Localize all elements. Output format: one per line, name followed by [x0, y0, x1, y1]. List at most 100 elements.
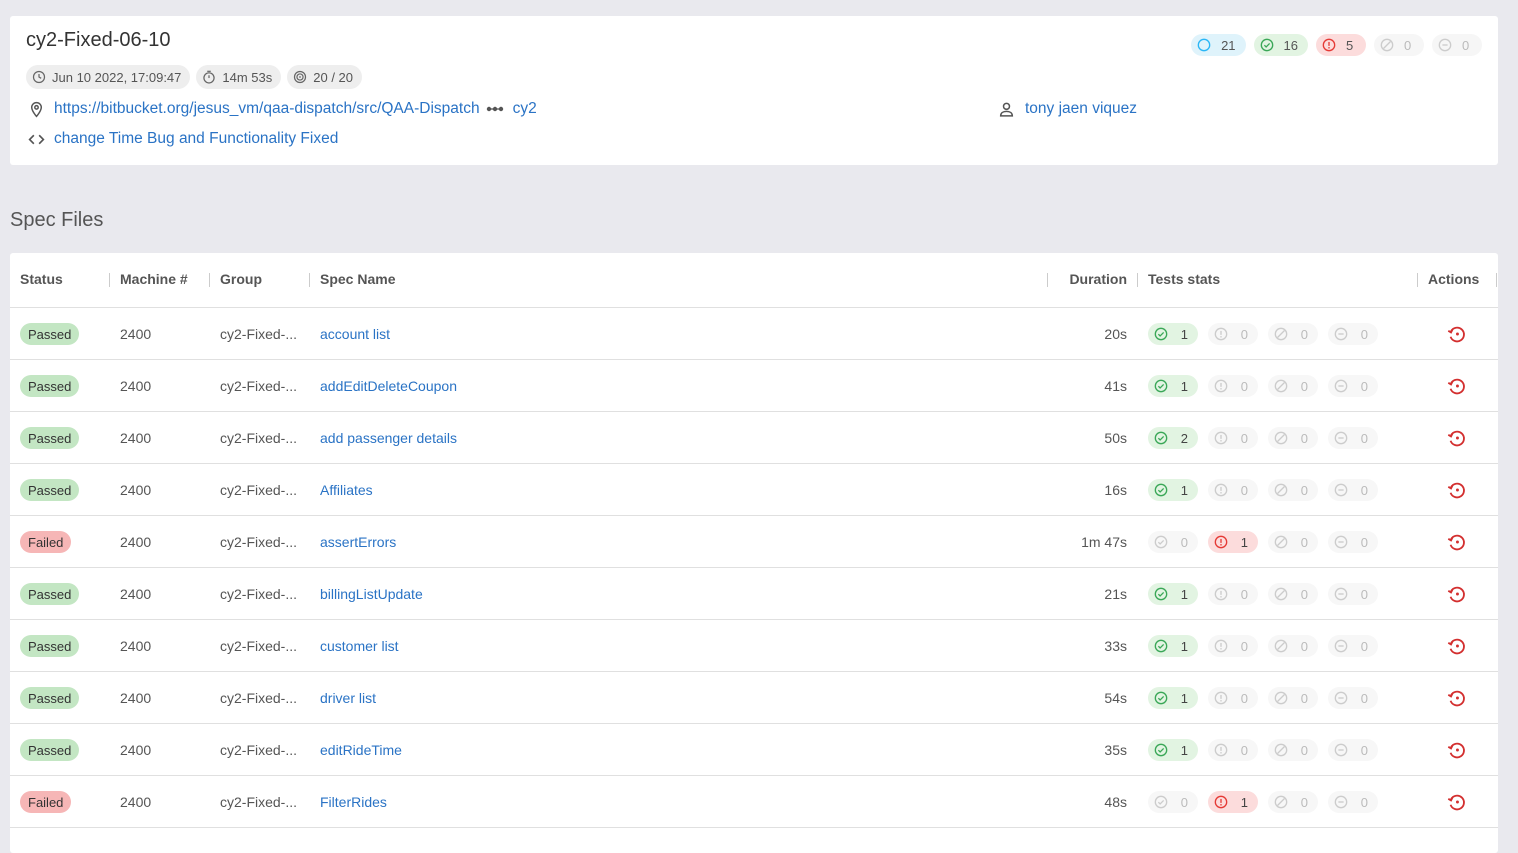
table-row[interactable]: Passed 2400 cy2-Fixed-... add passenger …	[10, 412, 1498, 464]
failed-tests-stat: 5	[1316, 34, 1366, 56]
rerun-button[interactable]	[1446, 776, 1468, 828]
failed-count: 0	[1240, 430, 1248, 446]
table-row[interactable]: Failed 2400 cy2-Fixed-... FilterRides 48…	[10, 776, 1498, 828]
col-status[interactable]: Status	[20, 271, 63, 287]
table-row[interactable]: Passed 2400 cy2-Fixed-... Affiliates 16s…	[10, 464, 1498, 516]
alert-circle-icon	[1214, 587, 1228, 601]
rerun-button[interactable]	[1446, 620, 1468, 672]
table-body: Passed 2400 cy2-Fixed-... account list 2…	[10, 308, 1498, 828]
skipped-stat: 0	[1268, 479, 1318, 501]
skipped-count: 0	[1300, 794, 1308, 810]
skipped-stat: 0	[1268, 635, 1318, 657]
passed-stat: 1	[1148, 635, 1198, 657]
passed-stat: 0	[1148, 531, 1198, 553]
spec-name-link[interactable]: assertErrors	[320, 516, 396, 568]
pending-stat: 0	[1328, 531, 1378, 553]
commit-message-link[interactable]: change Time Bug and Functionality Fixed	[54, 130, 338, 148]
pending-count: 0	[1360, 742, 1368, 758]
rerun-button[interactable]	[1446, 464, 1468, 516]
failed-stat: 0	[1208, 739, 1258, 761]
rerun-button[interactable]	[1446, 516, 1468, 568]
spec-name-link[interactable]: add passenger details	[320, 412, 457, 464]
col-separator[interactable]	[1417, 273, 1418, 287]
spec-name-link[interactable]: Affiliates	[320, 464, 373, 516]
rerun-button[interactable]	[1446, 568, 1468, 620]
skipped-stat: 0	[1268, 687, 1318, 709]
skip-icon	[1274, 743, 1288, 757]
spec-name-link[interactable]: account list	[320, 308, 390, 360]
table-row[interactable]: Passed 2400 cy2-Fixed-... account list 2…	[10, 308, 1498, 360]
failed-stat: 0	[1208, 687, 1258, 709]
repo-link[interactable]: https://bitbucket.org/jesus_vm/qaa-dispa…	[54, 100, 480, 118]
clock-icon	[32, 70, 46, 84]
failed-stat: 1	[1208, 531, 1258, 553]
col-group[interactable]: Group	[220, 271, 262, 287]
pending-stat: 0	[1328, 427, 1378, 449]
col-separator[interactable]	[309, 273, 310, 287]
spec-name-link[interactable]: driver list	[320, 672, 376, 724]
passed-count: 1	[1180, 638, 1188, 654]
table-row[interactable]: Passed 2400 cy2-Fixed-... driver list 54…	[10, 672, 1498, 724]
rerun-button[interactable]	[1446, 412, 1468, 464]
pending-count: 0	[1360, 378, 1368, 394]
col-actions[interactable]: Actions	[1428, 271, 1479, 287]
spec-duration: 48s	[1104, 794, 1127, 810]
col-duration[interactable]: Duration	[1069, 271, 1127, 287]
col-tests-stats[interactable]: Tests stats	[1148, 271, 1220, 287]
commit-row: change Time Bug and Functionality Fixed	[26, 130, 338, 148]
pending-icon	[1334, 795, 1348, 809]
col-separator[interactable]	[1047, 273, 1048, 287]
spec-name-link[interactable]: FilterRides	[320, 776, 387, 828]
history-icon	[1447, 534, 1465, 551]
tests-stats: 2 0 0 0	[1148, 412, 1378, 464]
passed-stat: 0	[1148, 791, 1198, 813]
pending-stat: 0	[1328, 583, 1378, 605]
table-row[interactable]: Passed 2400 cy2-Fixed-... addEditDeleteC…	[10, 360, 1498, 412]
failed-count: 0	[1240, 690, 1248, 706]
spec-duration: 50s	[1104, 430, 1127, 446]
failed-stat: 0	[1208, 635, 1258, 657]
pending-count: 0	[1360, 482, 1368, 498]
col-separator[interactable]	[1496, 273, 1497, 287]
col-machine[interactable]: Machine #	[120, 271, 188, 287]
failed-tests-count: 5	[1346, 37, 1354, 53]
run-duration: 14m 53s	[222, 69, 273, 85]
rerun-button[interactable]	[1446, 360, 1468, 412]
skip-icon	[1274, 639, 1288, 653]
repo-row: https://bitbucket.org/jesus_vm/qaa-dispa…	[26, 100, 537, 118]
pending-icon	[1334, 379, 1348, 393]
skipped-count: 0	[1300, 534, 1308, 550]
col-separator[interactable]	[109, 273, 110, 287]
table-row[interactable]: Failed 2400 cy2-Fixed-... assertErrors 1…	[10, 516, 1498, 568]
run-stats: 21 16 5 0 0	[1191, 34, 1482, 56]
tests-stats: 1 0 0 0	[1148, 620, 1378, 672]
spec-duration: 20s	[1104, 326, 1127, 342]
rerun-button[interactable]	[1446, 308, 1468, 360]
table-row[interactable]: Passed 2400 cy2-Fixed-... customer list …	[10, 620, 1498, 672]
group-name: cy2-Fixed-...	[220, 638, 298, 654]
author-link[interactable]: tony jaen viquez	[1025, 100, 1137, 118]
skipped-count: 0	[1300, 482, 1308, 498]
spec-name-link[interactable]: editRideTime	[320, 724, 402, 776]
passed-count: 0	[1180, 534, 1188, 550]
group-name: cy2-Fixed-...	[220, 534, 298, 550]
spec-name-link[interactable]: customer list	[320, 620, 399, 672]
check-circle-icon	[1154, 795, 1168, 809]
table-row[interactable]: Passed 2400 cy2-Fixed-... billingListUpd…	[10, 568, 1498, 620]
rerun-button[interactable]	[1446, 672, 1468, 724]
machine-number: 2400	[120, 482, 152, 498]
code-icon	[26, 131, 46, 148]
rerun-button[interactable]	[1446, 724, 1468, 776]
passed-stat: 1	[1148, 323, 1198, 345]
col-spec-name[interactable]: Spec Name	[320, 271, 395, 287]
branch-link[interactable]: cy2	[513, 100, 537, 118]
passed-count: 0	[1180, 794, 1188, 810]
table-row[interactable]: Passed 2400 cy2-Fixed-... editRideTime 3…	[10, 724, 1498, 776]
passed-count: 1	[1180, 742, 1188, 758]
group-name: cy2-Fixed-...	[220, 742, 298, 758]
skip-icon	[1380, 38, 1394, 52]
col-separator[interactable]	[209, 273, 210, 287]
col-separator[interactable]	[1137, 273, 1138, 287]
spec-name-link[interactable]: addEditDeleteCoupon	[320, 360, 457, 412]
spec-name-link[interactable]: billingListUpdate	[320, 568, 423, 620]
